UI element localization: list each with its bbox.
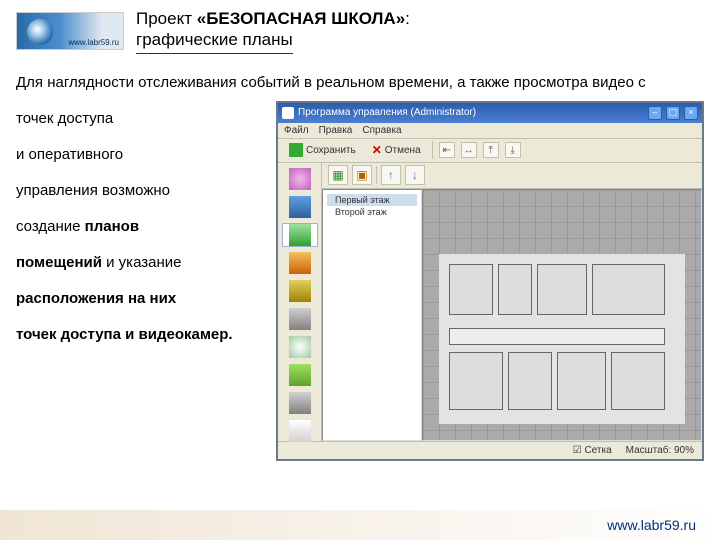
title-pre: Проект: [136, 9, 197, 28]
check-icon: [289, 143, 303, 157]
slide-title: Проект «БЕЗОПАСНАЯ ШКОЛА»: графические п…: [136, 8, 410, 54]
map-icon: [289, 224, 311, 246]
sidebar-item-reports[interactable]: [282, 419, 318, 443]
x-icon: ✕: [372, 143, 382, 157]
description-column: точек доступа и оперативного управления …: [16, 101, 276, 353]
room[interactable]: [498, 264, 532, 315]
screenshot-app-window: Программа управления (Administrator) – ▢…: [276, 101, 704, 461]
desc-line: управления возможно: [16, 173, 276, 209]
sidebar-item-directory[interactable]: [282, 195, 318, 219]
book-icon: [289, 196, 311, 218]
cancel-button[interactable]: ✕Отмена: [367, 141, 426, 159]
key-icon: [289, 308, 311, 330]
footer-link[interactable]: www.labr59.ru: [607, 517, 696, 533]
align-center-button[interactable]: ↔: [461, 142, 477, 158]
printer-icon: [289, 392, 311, 414]
tree-item-floor1[interactable]: Первый этаж: [327, 194, 417, 206]
battery-icon: [289, 364, 311, 386]
plan-editor: ▦ ▣ ↑ ↓ Первый этаж Второй этаж: [322, 163, 702, 441]
room[interactable]: [592, 264, 666, 315]
menu-file[interactable]: Файл: [284, 125, 309, 136]
desc-line: точек доступа и видеокамер.: [16, 317, 276, 353]
floor-plan[interactable]: [439, 254, 685, 424]
room[interactable]: [537, 264, 586, 315]
slide-header: www.labr59.ru Проект «БЕЗОПАСНАЯ ШКОЛА»:…: [0, 0, 720, 58]
align-left-button[interactable]: ⇤: [439, 142, 455, 158]
app-title: Программа управления (Administrator): [298, 107, 476, 118]
logo-domain: www.labr59.ru: [68, 38, 119, 47]
intro-text: Для наглядности отслеживания событий в р…: [16, 74, 704, 91]
title-post: :: [405, 9, 410, 28]
sidebar-item-users[interactable]: [282, 167, 318, 191]
save-button[interactable]: Сохранить: [284, 141, 361, 159]
sidebar-item-plans[interactable]: [282, 223, 318, 247]
sidebar-item-guard[interactable]: [282, 279, 318, 303]
minimize-button[interactable]: –: [648, 106, 662, 120]
menu-edit[interactable]: Правка: [319, 125, 353, 136]
title-sub: графические планы: [136, 29, 293, 53]
slide-footer: www.labr59.ru: [0, 510, 720, 540]
logo-eye: [27, 19, 53, 45]
room[interactable]: [449, 352, 503, 410]
app-statusbar: ☑ Сетка Масштаб: 90%: [278, 441, 702, 459]
clock-icon: [289, 336, 311, 358]
desc-line: помещений и указание: [16, 245, 276, 281]
desc-line: точек доступа: [16, 101, 276, 137]
app-titlebar[interactable]: Программа управления (Administrator) – ▢…: [278, 103, 702, 123]
app-sidebar: [278, 163, 322, 441]
separator: [432, 141, 433, 159]
maximize-button[interactable]: ▢: [666, 106, 680, 120]
sidebar-item-power[interactable]: [282, 363, 318, 387]
logo: www.labr59.ru: [16, 12, 124, 50]
room[interactable]: [611, 352, 665, 410]
app-menubar: Файл Правка Справка: [278, 123, 702, 139]
status-scale[interactable]: Масштаб: 90%: [626, 445, 694, 456]
move-up-button[interactable]: ↑: [381, 165, 401, 185]
app-icon: [282, 107, 294, 119]
align-top-button[interactable]: ⤒: [483, 142, 499, 158]
title-bold: «БЕЗОПАСНАЯ ШКОЛА»: [197, 9, 405, 28]
close-button[interactable]: ×: [684, 106, 698, 120]
report-icon: [289, 420, 311, 442]
sidebar-item-schedule[interactable]: [282, 335, 318, 359]
move-down-button[interactable]: ↓: [405, 165, 425, 185]
plan-tree[interactable]: Первый этаж Второй этаж: [322, 189, 422, 441]
plan-canvas[interactable]: [422, 189, 702, 441]
separator: [376, 166, 377, 184]
align-bottom-button[interactable]: ⤓: [505, 142, 521, 158]
menu-help[interactable]: Справка: [362, 125, 401, 136]
editor-toolbar: ▦ ▣ ↑ ↓: [322, 163, 702, 189]
app-main-toolbar: Сохранить ✕Отмена ⇤ ↔ ⤒ ⤓: [278, 139, 702, 163]
sidebar-item-alarm[interactable]: [282, 251, 318, 275]
user-icon: [289, 168, 311, 190]
guard-icon: [289, 280, 311, 302]
app-content: ▦ ▣ ↑ ↓ Первый этаж Второй этаж: [278, 163, 702, 441]
room[interactable]: [449, 264, 493, 315]
sidebar-item-access[interactable]: [282, 307, 318, 331]
status-grid[interactable]: ☑ Сетка: [573, 445, 612, 456]
slide-body: Для наглядности отслеживания событий в р…: [0, 58, 720, 461]
copy-plan-button[interactable]: ▣: [352, 165, 372, 185]
desc-line: и оперативного: [16, 137, 276, 173]
corridor[interactable]: [449, 328, 665, 345]
desc-line: создание планов: [16, 209, 276, 245]
desc-line: расположения на них: [16, 281, 276, 317]
new-plan-button[interactable]: ▦: [328, 165, 348, 185]
tree-item-floor2[interactable]: Второй этаж: [327, 206, 417, 218]
sidebar-item-devices[interactable]: [282, 391, 318, 415]
fire-icon: [289, 252, 311, 274]
room[interactable]: [557, 352, 606, 410]
room[interactable]: [508, 352, 552, 410]
editor-body: Первый этаж Второй этаж: [322, 189, 702, 441]
